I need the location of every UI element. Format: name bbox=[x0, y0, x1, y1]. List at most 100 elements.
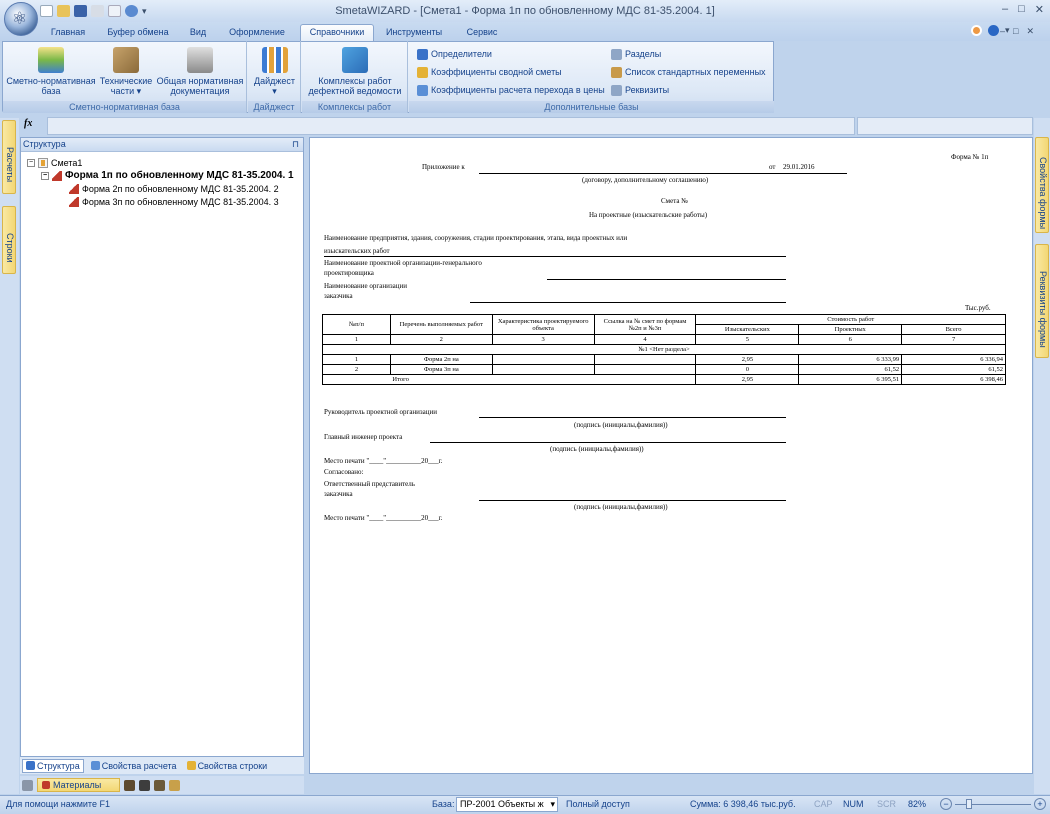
database-books-icon bbox=[38, 47, 64, 73]
tree-node-smeta[interactable]: − Смета1 bbox=[27, 156, 297, 169]
mdi-minimize-button[interactable]: – bbox=[1000, 26, 1005, 37]
org-line bbox=[547, 279, 786, 280]
sum-status: Сумма: 6 398,46 тыс.руб. bbox=[690, 799, 796, 809]
workers-icon[interactable] bbox=[124, 779, 136, 791]
vtab-rows[interactable]: Строки bbox=[2, 206, 16, 274]
tech-parts-button[interactable]: Технические части ▾ bbox=[98, 47, 154, 96]
units-label: Тыс.руб. bbox=[965, 304, 991, 312]
machines-icon[interactable] bbox=[139, 779, 151, 791]
tab-references[interactable]: Справочники bbox=[300, 24, 374, 42]
determinants-button[interactable]: Определители bbox=[417, 46, 492, 62]
header-char: Характеристика проектируемого объекта bbox=[491, 314, 595, 335]
header-total: Всего bbox=[901, 324, 1006, 335]
collapse-icon[interactable]: − bbox=[41, 171, 49, 180]
collapse-icon[interactable]: − bbox=[27, 158, 35, 167]
ribbon-group-complexes: Комплексы работ дефектной ведомости Комп… bbox=[302, 41, 408, 113]
section-row: №1 <Нет раздела> bbox=[322, 344, 1006, 355]
coefficient-transition-icon bbox=[417, 84, 428, 96]
tab-clipboard[interactable]: Буфер обмена bbox=[106, 25, 170, 40]
formula-input[interactable] bbox=[47, 117, 855, 135]
chevron-down-icon: ▾ bbox=[550, 799, 555, 809]
tab-view[interactable]: Вид bbox=[186, 25, 210, 40]
tree-node-form1[interactable]: − Форма 1п по обновленному МДС 81-35.200… bbox=[27, 169, 297, 182]
maximize-button[interactable]: □ bbox=[1018, 3, 1025, 16]
form-icon bbox=[52, 170, 62, 181]
tab-design[interactable]: Оформление bbox=[228, 25, 286, 40]
smeta-title: Смета № bbox=[661, 197, 688, 205]
determinants-icon bbox=[417, 48, 428, 60]
stamp-place: Место печати "____"__________20___г. bbox=[324, 514, 443, 522]
coef-summary-button[interactable]: Коэффициенты сводной сметы bbox=[417, 64, 562, 80]
stamp-place: Место печати "____"__________20___г. bbox=[324, 457, 443, 465]
mdi-restore-button[interactable]: □ bbox=[1013, 26, 1018, 37]
trash-icon[interactable] bbox=[22, 779, 33, 791]
num-indicator: NUM bbox=[843, 799, 864, 809]
vtab-form-properties[interactable]: Свойства формы bbox=[1035, 137, 1049, 233]
bottom-toolbar: Материалы bbox=[20, 776, 304, 794]
zoom-in-button[interactable]: + bbox=[1034, 798, 1046, 810]
requisites-button[interactable]: Реквизиты bbox=[611, 82, 669, 98]
tab-calc-properties[interactable]: Свойства расчета bbox=[88, 760, 180, 772]
org-label: Наименование проектной организации-генер… bbox=[324, 259, 482, 267]
row-properties-icon bbox=[186, 761, 196, 770]
base-select[interactable]: ПР-2001 Объекты ж ▾ bbox=[456, 797, 558, 812]
calc-properties-icon bbox=[90, 761, 100, 770]
app-orb-button[interactable]: ⚛ bbox=[4, 2, 38, 36]
tab-tools[interactable]: Инструменты bbox=[384, 25, 444, 40]
access-status: Полный доступ bbox=[566, 799, 630, 809]
appendix-line bbox=[479, 173, 847, 174]
chief-engineer-line bbox=[430, 442, 786, 443]
materials-button[interactable]: Материалы bbox=[37, 778, 121, 792]
coefficient-edit-icon bbox=[417, 66, 428, 78]
total-row: Итого 2,95 6 395,51 6 398,46 bbox=[322, 374, 1006, 385]
contract-date: 29.01.2016 bbox=[783, 163, 815, 171]
minimize-button[interactable]: – bbox=[1002, 3, 1008, 16]
mdi-controls: – □ ✕ bbox=[1000, 26, 1034, 37]
window-title: SmetaWIZARD - [Смета1 - Форма 1п по обно… bbox=[335, 5, 715, 17]
close-button[interactable]: ✕ bbox=[1035, 3, 1044, 16]
ribbon-group-digest: Дайджест ▾ Дайджест bbox=[248, 41, 301, 113]
tab-structure[interactable]: Структура bbox=[22, 758, 84, 773]
resources-icon[interactable] bbox=[169, 779, 181, 791]
vtab-form-requisites[interactable]: Реквизиты формы bbox=[1035, 244, 1049, 358]
dropdown-arrow-icon: ▾ bbox=[136, 86, 142, 96]
fx-button[interactable]: fx bbox=[24, 118, 40, 134]
vtab-calculations[interactable]: Расчеты bbox=[2, 120, 16, 194]
dropdown-arrow-icon: ▾ bbox=[272, 86, 277, 96]
digest-grid-icon bbox=[261, 47, 288, 73]
equipment-icon[interactable] bbox=[154, 779, 166, 791]
zoom-out-button[interactable]: − bbox=[940, 798, 952, 810]
representative-line bbox=[479, 500, 786, 501]
coef-transition-button[interactable]: Коэффициенты расчета перехода в цены bbox=[417, 82, 605, 98]
materials-icon bbox=[42, 781, 50, 789]
table-row: 1 Форма 2п на 2,95 6 333,99 6 336,94 bbox=[322, 354, 1006, 365]
estimate-table: №п/п Перечень выполняемых работ Характер… bbox=[322, 314, 1006, 385]
info-icon[interactable] bbox=[988, 25, 999, 36]
zoom-slider-thumb[interactable] bbox=[966, 799, 973, 809]
norm-base-button[interactable]: Сметно-нормативная база bbox=[5, 47, 97, 96]
pin-icon[interactable]: ⊓ bbox=[292, 138, 299, 151]
sections-button[interactable]: Разделы bbox=[611, 46, 661, 62]
formula-aux-field[interactable] bbox=[857, 117, 1033, 135]
tree-node-form2[interactable]: Форма 2п по обновленному МДС 81-35.2004.… bbox=[27, 182, 297, 195]
header-cost: Стоимость работ bbox=[695, 314, 1006, 325]
work-complexes-button[interactable]: Комплексы работ дефектной ведомости bbox=[304, 47, 406, 96]
std-vars-button[interactable]: Список стандартных переменных bbox=[611, 64, 766, 80]
header-ref: Ссылка на № смет по формам №2п и №3п bbox=[593, 314, 697, 335]
tree-node-form3[interactable]: Форма 3п по обновленному МДС 81-35.2004.… bbox=[27, 195, 297, 208]
contract-note: (договору, дополнительному соглашению) bbox=[582, 176, 709, 184]
base-label: База: bbox=[432, 799, 455, 809]
document-view[interactable]: Форма № 1п Приложение к от 29.01.2016 (д… bbox=[309, 137, 1033, 774]
org-label-2: проектировщика bbox=[324, 269, 374, 277]
header-design: Проектных bbox=[798, 324, 903, 335]
tab-row-properties[interactable]: Свойства строки bbox=[184, 760, 271, 772]
mdi-close-button[interactable]: ✕ bbox=[1026, 26, 1034, 37]
window-controls: – □ ✕ bbox=[1002, 3, 1044, 16]
lifebuoy-icon[interactable] bbox=[971, 25, 982, 36]
general-docs-button[interactable]: Общая нормативная документация bbox=[155, 47, 245, 96]
group-label: Дополнительные базы bbox=[409, 101, 774, 113]
digest-button[interactable]: Дайджест ▾ bbox=[250, 47, 299, 96]
customer-label-2: заказчика bbox=[324, 292, 353, 300]
tab-service[interactable]: Сервис bbox=[462, 25, 502, 40]
tab-home[interactable]: Главная bbox=[48, 25, 88, 40]
